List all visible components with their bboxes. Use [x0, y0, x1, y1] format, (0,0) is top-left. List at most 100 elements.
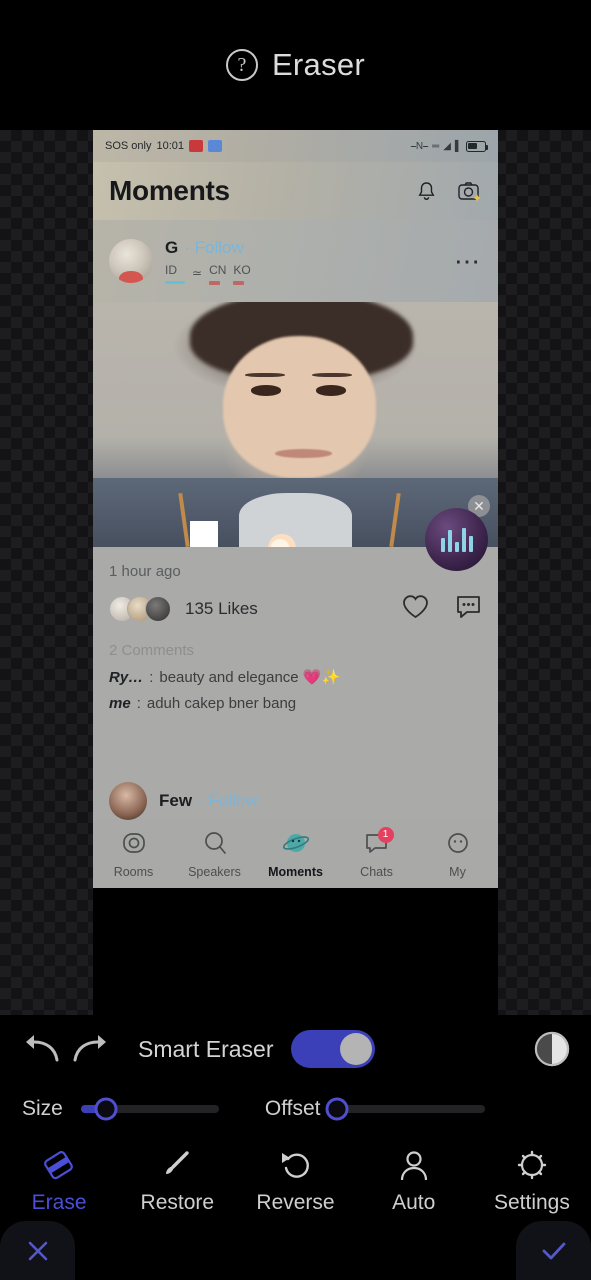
post-footer: 1 hour ago 135 Likes 2 Comments Ry…: be… [93, 547, 498, 782]
planet-icon [282, 830, 309, 861]
moments-header: Moments [93, 162, 498, 220]
wifi-icon: ◢ [443, 140, 451, 152]
tool-row: Erase Restore Reverse Auto Settings [0, 1143, 591, 1221]
clock-label: 10:01 [156, 140, 184, 152]
more-options-icon[interactable]: ⋯ [454, 247, 482, 274]
comment-author: me [109, 695, 131, 712]
inner-status-bar: SOS only 10:01 ⎯N⎯ ═ ◢ ▌ [93, 130, 498, 162]
camera-add-icon[interactable] [458, 181, 482, 202]
post-photo[interactable] [93, 302, 498, 547]
country-label-2: KO [233, 262, 251, 277]
id-separator: ≃ [192, 265, 203, 280]
tool-label: Settings [493, 1191, 570, 1214]
chats-badge: 1 [377, 826, 394, 843]
avatar[interactable] [109, 239, 153, 283]
tool-settings[interactable]: Settings [473, 1149, 591, 1215]
close-icon [28, 1241, 47, 1260]
moments-title: Moments [109, 175, 230, 206]
redo-icon[interactable] [66, 1025, 114, 1073]
person-icon [394, 1149, 434, 1188]
cancel-button[interactable] [0, 1221, 75, 1280]
eraser-icon [39, 1149, 79, 1188]
next-post-author[interactable]: Few [159, 791, 192, 811]
likes-count[interactable]: 135 Likes [185, 599, 258, 619]
eraser-control-row: Smart Eraser [0, 1015, 591, 1083]
comment-text: aduh cakep bner bang [146, 695, 297, 712]
page-title: Eraser [271, 47, 366, 82]
nav-item-my[interactable]: My [417, 830, 498, 879]
nav-label: Chats [360, 864, 393, 879]
brush-icon [157, 1149, 197, 1188]
avatar[interactable] [109, 782, 147, 820]
floating-avatar-widget[interactable] [425, 508, 488, 571]
nav-item-speakers[interactable]: Speakers [174, 830, 255, 879]
follow-button[interactable]: · Follow [184, 238, 244, 258]
gear-icon [512, 1149, 552, 1188]
tool-erase[interactable]: Erase [0, 1149, 118, 1215]
size-slider[interactable] [80, 1097, 219, 1121]
nav-label: Moments [268, 864, 323, 879]
help-circle-icon[interactable]: ? [225, 49, 258, 81]
nav-item-moments[interactable]: Moments [255, 830, 336, 879]
nfc-icon: ⎯N⎯ [410, 140, 429, 152]
eraser-brush-marker [190, 521, 218, 547]
smart-eraser-toggle[interactable] [291, 1030, 376, 1068]
undo-icon[interactable] [18, 1025, 66, 1073]
post-author[interactable]: G [165, 238, 178, 258]
check-icon [542, 1242, 565, 1259]
contrast-icon[interactable] [531, 1028, 573, 1070]
bell-icon[interactable] [417, 181, 436, 202]
nav-item-chats[interactable]: 1 Chats [336, 826, 417, 879]
post-header[interactable]: G · Follow ID ≃ CN KO ⋯ [93, 220, 498, 302]
notification-chip-red [189, 140, 203, 152]
offset-label: Offset [264, 1097, 321, 1120]
signal-icon: ▌ [454, 140, 462, 152]
tool-restore[interactable]: Restore [118, 1149, 236, 1215]
inner-nav-gesture-bar [93, 888, 498, 1015]
comment-icon[interactable] [455, 594, 482, 624]
slider-row: Size Offset [0, 1085, 591, 1133]
offset-slider[interactable] [325, 1097, 485, 1121]
comment-item[interactable]: me : aduh cakep bner bang [109, 695, 482, 712]
top-bar: ? Eraser [0, 0, 591, 130]
comments-count[interactable]: 2 Comments [109, 642, 482, 659]
id-label: ID [165, 263, 177, 277]
carrier-label: SOS only [105, 140, 152, 152]
liker-avatars[interactable] [109, 596, 171, 622]
footer-bar [0, 1221, 591, 1280]
nav-label: Speakers [188, 864, 241, 879]
edit-canvas[interactable]: SOS only 10:01 ⎯N⎯ ═ ◢ ▌ Moments G · Fol… [0, 130, 591, 1015]
tool-auto[interactable]: Auto [355, 1149, 473, 1215]
rooms-icon [121, 830, 147, 861]
country-flag [209, 280, 226, 285]
comment-text: beauty and elegance 💗✨ [159, 669, 341, 686]
photo-screenshot[interactable]: SOS only 10:01 ⎯N⎯ ═ ◢ ▌ Moments G · Fol… [93, 130, 498, 1015]
heart-icon[interactable] [402, 594, 429, 624]
next-post-follow-button[interactable]: · Follow [198, 791, 258, 811]
tool-label: Restore [140, 1191, 215, 1214]
next-post-preview[interactable]: Few · Follow [93, 782, 498, 820]
tool-label: Reverse [256, 1191, 335, 1214]
confirm-button[interactable] [516, 1221, 591, 1280]
search-icon [202, 830, 228, 861]
comment-separator: : [136, 695, 141, 712]
notification-chip-blue [208, 140, 222, 152]
tool-reverse[interactable]: Reverse [236, 1149, 354, 1215]
inner-bottom-nav: Rooms Speakers Moments 1 Chats My [93, 820, 498, 888]
size-label: Size [22, 1097, 63, 1120]
comment-author: Ry… [109, 669, 144, 686]
reverse-icon [276, 1149, 316, 1188]
offset-slider-thumb[interactable] [325, 1097, 348, 1121]
nav-label: Rooms [113, 864, 154, 879]
eraser-app-screen: ? Eraser SOS only 10:01 ⎯N⎯ ═ ◢ ▌ Moment… [0, 0, 591, 1280]
id-underline [165, 281, 185, 284]
smart-eraser-label: Smart Eraser [138, 1035, 274, 1062]
post-timestamp: 1 hour ago [109, 563, 181, 580]
size-slider-thumb[interactable] [94, 1097, 118, 1121]
face-icon [445, 830, 471, 861]
nav-label: My [449, 864, 466, 879]
nav-item-rooms[interactable]: Rooms [93, 830, 174, 879]
country-label: CN [209, 262, 227, 277]
tool-label: Auto [392, 1191, 436, 1214]
comment-item[interactable]: Ry… : beauty and elegance 💗✨ [109, 668, 482, 686]
